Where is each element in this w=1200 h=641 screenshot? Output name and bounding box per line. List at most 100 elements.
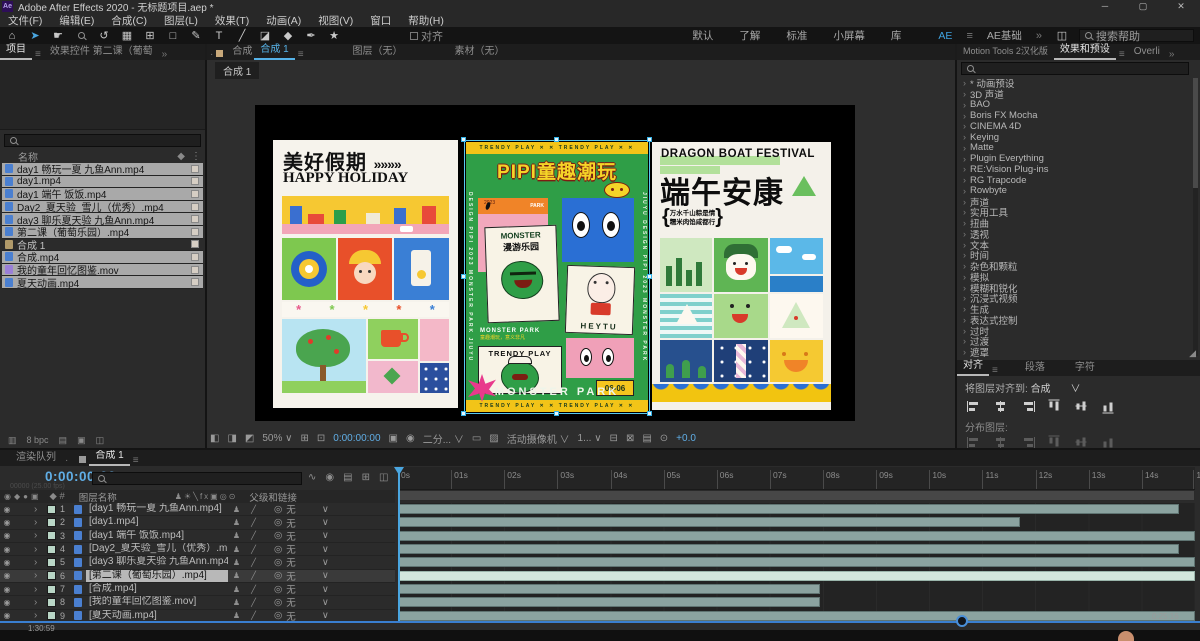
parent-dropdown[interactable]: 无	[286, 595, 296, 609]
eye-icon[interactable]: ◉	[0, 505, 14, 514]
menu-item[interactable]: 视图(V)	[318, 13, 353, 28]
align-bottom-icon[interactable]	[1102, 400, 1114, 414]
timeline-layer-row[interactable]: ◉ › 4 [Day2_夏天验_雪儿（优秀）.mp4] ♟ ╱ ◎ 无 ∨	[0, 542, 395, 557]
pickwhip-icon[interactable]: ◎	[274, 570, 282, 581]
align-left-icon[interactable]	[967, 401, 981, 412]
workspace-tab[interactable]: 库	[891, 28, 902, 43]
expand-chevron-icon[interactable]: ›	[34, 530, 47, 541]
workspace-tab-ae-basic[interactable]: AE基础	[987, 28, 1022, 43]
layer-color-swatch[interactable]	[47, 531, 56, 541]
panel-menu-icon[interactable]: ≡	[295, 49, 307, 60]
layer-color-swatch[interactable]	[47, 557, 56, 567]
effect-category-row[interactable]: RE:Vision Plug-ins	[959, 164, 1191, 175]
workspace-tab-ae[interactable]: AE	[938, 30, 952, 42]
layer-duration-bar[interactable]	[398, 557, 1195, 568]
workspace-overflow-icon[interactable]: »	[1033, 30, 1045, 42]
eye-icon[interactable]: ◉	[0, 558, 14, 567]
workspace-tab[interactable]: 小屏幕	[833, 28, 865, 43]
quality-switch-icon[interactable]: ♟	[228, 505, 245, 514]
eye-icon[interactable]: ◉	[0, 545, 14, 554]
timeline-layer-row[interactable]: ◉ › 6 [第二课（葡萄乐园）.mp4] ♟ ╱ ◎ 无 ∨	[0, 569, 395, 583]
timeline-layer-row[interactable]: ◉ › 1 [day1 畅玩一夏 九鱼Ann.mp4] ♟ ╱ ◎ 无 ∨	[0, 503, 395, 517]
timeline-layer-row[interactable]: ◉ › 7 [合成.mp4] ♟ ╱ ◎ 无 ∨	[0, 583, 395, 597]
parent-dropdown[interactable]: 无	[286, 542, 296, 556]
expand-chevron-icon[interactable]: ›	[34, 544, 47, 555]
effect-category-row[interactable]: 表达式控制	[959, 315, 1191, 327]
composition-canvas[interactable]: 美好假期 »»»» HAPPY HOLIDAY * * * * * TRENDY…	[255, 105, 855, 421]
menu-item[interactable]: 文件(F)	[8, 13, 42, 28]
quality-switch-icon[interactable]: ♟	[228, 611, 245, 620]
snap-align-checkbox[interactable]: 对齐	[410, 28, 443, 44]
expand-chevron-icon[interactable]: ›	[34, 557, 47, 568]
shape-tool-icon[interactable]: □	[167, 30, 179, 42]
quality-slash-icon[interactable]: ╱	[245, 598, 262, 607]
label-chip[interactable]	[191, 252, 199, 261]
pickwhip-icon[interactable]: ◎	[274, 597, 282, 608]
bit-depth-label[interactable]: 8 bpc	[27, 435, 49, 445]
layer-color-swatch[interactable]	[47, 544, 56, 554]
effect-category-row[interactable]: 文本	[959, 239, 1191, 252]
effects-search-input[interactable]	[961, 62, 1189, 75]
timeline-tracks[interactable]	[398, 503, 1195, 623]
panel-menu-icon[interactable]: ≡	[989, 365, 1001, 376]
quality-slash-icon[interactable]: ╱	[245, 505, 262, 514]
timeline-layer-row[interactable]: ◉ › 8 [我的童年回忆图鉴.mov] ♟ ╱ ◎ 无 ∨	[0, 595, 395, 610]
poster-happy-holiday[interactable]: 美好假期 »»»» HAPPY HOLIDAY * * * * *	[273, 140, 458, 408]
fast-preview-icon[interactable]: ⊠	[626, 433, 634, 444]
composition-mini-flowchart-icon[interactable]: ∿	[308, 472, 316, 483]
effects-scrollbar[interactable]	[1193, 78, 1198, 356]
layer-color-swatch[interactable]	[47, 611, 56, 621]
selection-handle[interactable]	[461, 137, 466, 142]
label-chip[interactable]	[191, 202, 199, 211]
pickwhip-icon[interactable]: ◎	[274, 557, 282, 568]
tab-character[interactable]: 字符	[1069, 356, 1101, 376]
interpret-footage-icon[interactable]: ▥	[8, 435, 17, 446]
expand-chevron-icon[interactable]: ›	[34, 570, 47, 581]
layer-name[interactable]: [合成.mp4]	[86, 583, 228, 595]
effect-category-row[interactable]: CINEMA 4D	[959, 121, 1191, 132]
effect-category-row[interactable]: Matte	[959, 142, 1191, 153]
layer-color-swatch[interactable]	[47, 571, 56, 581]
selection-handle[interactable]	[647, 411, 652, 416]
tab-effect-controls[interactable]: 效果控件 第二课（葡萄	[44, 40, 159, 60]
tab-project[interactable]: 项目	[0, 38, 32, 60]
playhead-line[interactable]	[398, 467, 400, 623]
label-column-icon[interactable]: ◆	[177, 151, 185, 162]
align-center-v-icon[interactable]	[1075, 400, 1087, 414]
menu-item[interactable]: 帮助(H)	[408, 13, 444, 28]
mask-toggle-icon[interactable]: ⊡	[317, 433, 325, 444]
roto-brush-tool-icon[interactable]: ✒	[305, 29, 317, 42]
layer-name[interactable]: [我的童年回忆图鉴.mov]	[86, 596, 228, 608]
minimize-button[interactable]: ─	[1086, 0, 1124, 13]
label-chip[interactable]	[191, 240, 199, 249]
timeline-layer-row[interactable]: ◉ › 3 [day1 端午 饭饭.mp4] ♟ ╱ ◎ 无 ∨	[0, 530, 395, 543]
selection-handle[interactable]	[554, 411, 559, 416]
distribute-bottom-icon[interactable]	[1021, 437, 1035, 448]
effect-category-row[interactable]: 过渡	[959, 336, 1191, 348]
align-top-icon[interactable]	[1048, 399, 1060, 414]
effect-category-row[interactable]: Rowbyte	[959, 185, 1191, 196]
work-area-bar[interactable]	[398, 490, 1195, 501]
timeline-icon[interactable]: ▤	[642, 433, 651, 444]
project-item-row[interactable]: day1 畅玩一夏 九鱼Ann.mp4	[2, 163, 203, 176]
effect-category-row[interactable]: RG Trapcode	[959, 175, 1191, 186]
poster-pipi-monster-park[interactable]: TRENDY PLAY ✕ ✕ TRENDY PLAY ✕ ✕ TRENDY P…	[466, 142, 648, 412]
distribute-top-icon[interactable]	[967, 437, 981, 448]
grid-guides-icon[interactable]: ⊞	[300, 433, 308, 444]
workspace-menu-icon[interactable]: ≡	[963, 30, 975, 42]
effect-category-row[interactable]: 沉浸式视频	[959, 293, 1191, 305]
column-layer-name[interactable]: 图层名称	[79, 490, 117, 504]
panel-grip-icon[interactable]: ◢	[1189, 348, 1196, 359]
tab-composition-label[interactable]: 合成	[226, 40, 254, 60]
parent-dropdown[interactable]: 无	[286, 569, 296, 583]
expand-chevron-icon[interactable]: ›	[34, 517, 47, 528]
project-item-row[interactable]: 夏天动画.mp4	[2, 276, 203, 290]
quality-switch-icon[interactable]: ♟	[228, 598, 245, 607]
transparency-grid-icon[interactable]: ▨	[489, 433, 498, 444]
eye-icon[interactable]: ◉	[0, 611, 14, 620]
align-to-dropdown[interactable]: 合成 ∨	[1031, 384, 1081, 395]
video-progress-bar[interactable]	[0, 621, 1200, 623]
tab-overflow-icon[interactable]: »	[159, 49, 171, 60]
view-layout-dropdown[interactable]: 1... ∨	[578, 433, 602, 444]
layer-name[interactable]: [day3 聊乐夏天验 九鱼Ann.mp4]	[86, 556, 228, 568]
